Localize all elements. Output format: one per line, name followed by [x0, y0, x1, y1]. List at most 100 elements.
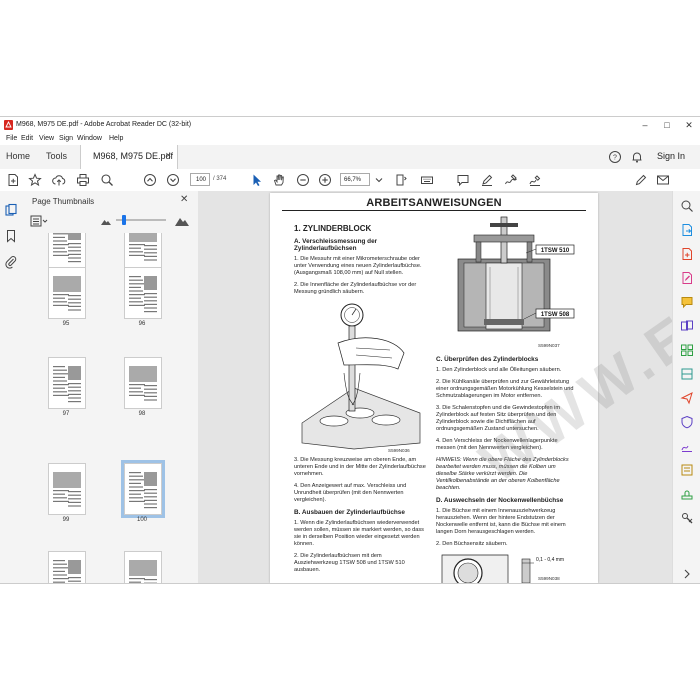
protect-shield-icon[interactable] — [680, 415, 694, 429]
fig2-label-bottom: 1TSW 508 — [541, 312, 570, 318]
draw-signature-icon[interactable] — [504, 173, 518, 187]
subsection-a-title: A. Verschleissmessung der Zylinderlaufbü… — [294, 238, 378, 252]
menu-sign[interactable]: Sign — [59, 133, 73, 145]
select-cursor-icon[interactable] — [250, 173, 264, 187]
close-panel-icon[interactable]: ✕ — [180, 194, 188, 205]
section-title: 1. ZYLINDERBLOCK — [294, 224, 372, 233]
scan-ocr-icon[interactable] — [680, 367, 694, 381]
page-number-input[interactable]: 100 — [190, 173, 210, 186]
edit-pen-icon[interactable] — [634, 173, 648, 187]
page-heading: ARBEITSANWEISUNGEN — [366, 197, 502, 209]
search-tools-icon[interactable] — [680, 199, 694, 213]
close-tab-icon[interactable]: ✕ — [165, 151, 172, 160]
thumbnail-preview — [129, 276, 157, 313]
zoom-level-input[interactable]: 66,7% — [340, 173, 370, 186]
create-pdf-icon[interactable] — [6, 173, 20, 187]
right-column: C. Überprüfen des Zylinderblocks 1. Den … — [436, 356, 576, 553]
thumbnail-options-icon[interactable] — [30, 215, 48, 227]
keyboard-icon[interactable] — [420, 173, 434, 187]
paragraph-b1: 1. Wenn die Zylinderlaufbüchsen wiederve… — [294, 520, 424, 547]
previous-page-icon[interactable] — [143, 173, 157, 187]
tab-document[interactable]: M968, M975 DE.pdf ✕ — [80, 145, 178, 169]
cloud-upload-icon[interactable] — [52, 173, 66, 187]
pdf-page: ARBEITSANWEISUNGEN 1. ZYLINDERBLOCK A. V… — [270, 193, 598, 583]
thumbnail-preview — [129, 472, 157, 509]
left-nav-rail — [0, 191, 23, 583]
document-viewport: ARBEITSANWEISUNGEN 1. ZYLINDERBLOCK A. V… — [198, 117, 700, 583]
sign-in-button[interactable]: Sign In — [657, 151, 685, 161]
left-column-lower: 3. Die Messung kreuzweise am oberen Ende… — [294, 457, 426, 579]
thumbnail-label: 96 — [138, 321, 146, 327]
menu-edit[interactable]: Edit — [21, 133, 33, 145]
menu-help[interactable]: Help — [109, 133, 123, 145]
comment-icon[interactable] — [456, 173, 470, 187]
print-icon[interactable] — [76, 173, 90, 187]
more-tools-icon[interactable] — [680, 511, 694, 525]
send-for-review-icon[interactable] — [680, 391, 694, 405]
thumbnail-page[interactable] — [48, 357, 86, 409]
zoom-search-icon[interactable] — [100, 173, 114, 187]
attachment-paperclip-icon[interactable] — [4, 255, 18, 269]
highlight-pen-icon[interactable] — [480, 173, 494, 187]
paragraph-a2: 2. Die Innenfläche der Zylinderlaufbüchs… — [294, 282, 417, 295]
menu-file[interactable]: File — [6, 133, 17, 145]
zoom-out-icon[interactable] — [296, 173, 310, 187]
menu-view[interactable]: View — [39, 133, 54, 145]
minimize-icon[interactable]: – — [634, 117, 656, 133]
thumbnail-preview — [129, 560, 157, 583]
fill-and-sign-icon[interactable] — [680, 439, 694, 453]
page-thumbnails-panel: Page Thumbnails ✕ 9394959697989910010110… — [22, 191, 216, 583]
sign-icon[interactable] — [528, 173, 542, 187]
thumbnail-size-slider-handle[interactable] — [122, 215, 126, 225]
maximize-icon[interactable]: □ — [656, 117, 678, 133]
notifications-bell-icon[interactable] — [630, 150, 644, 164]
svg-text:?: ? — [613, 155, 617, 162]
page-thumbnails-icon[interactable] — [4, 203, 18, 217]
organize-pages-icon[interactable] — [680, 343, 694, 357]
comment-tool-icon[interactable] — [680, 295, 694, 309]
edit-pdf-icon[interactable] — [680, 271, 694, 285]
title-bar: M968, M975 DE.pdf - Adobe Acrobat Reader… — [0, 117, 700, 133]
menu-bar: File Edit View Sign Window Help — [0, 133, 700, 145]
thumbnail-label: 98 — [138, 411, 146, 417]
share-mail-icon[interactable] — [656, 173, 670, 187]
combine-files-icon[interactable] — [680, 319, 694, 333]
thumbnail-page[interactable] — [48, 233, 86, 269]
help-icon[interactable]: ? — [608, 150, 622, 164]
fit-page-icon[interactable] — [394, 173, 408, 187]
shrink-thumbnails-icon[interactable] — [100, 215, 112, 227]
figure-1-caption: S599N036 — [388, 448, 410, 453]
paragraph-c1: 1. Den Zylinderblock und alle Ölleitunge… — [436, 367, 562, 373]
thumbnail-list: 93949596979899100101102 — [22, 233, 192, 583]
hand-tool-icon[interactable] — [272, 173, 286, 187]
thumbnail-page[interactable] — [124, 233, 162, 269]
paragraph-c3: 3. Die Schalenstopfen und die Gewindesto… — [436, 405, 561, 432]
collapse-rail-chevron-icon[interactable] — [680, 567, 694, 581]
subsection-d-title: D. Auswechseln der Nockenwellenbüchse — [436, 497, 564, 504]
zoom-dropdown-chevron-icon[interactable] — [372, 173, 386, 187]
bookmark-icon[interactable] — [4, 229, 18, 243]
bookmark-star-icon[interactable] — [28, 173, 42, 187]
stamp-icon[interactable] — [680, 487, 694, 501]
tab-document-label: M968, M975 DE.pdf — [93, 151, 174, 161]
zoom-in-icon[interactable] — [318, 173, 332, 187]
thumbnail-page[interactable] — [48, 551, 86, 583]
tab-tools[interactable]: Tools — [46, 151, 67, 161]
window-title: M968, M975 DE.pdf - Adobe Acrobat Reader… — [16, 121, 192, 128]
right-tools-rail — [672, 191, 700, 583]
tab-bar: Home Tools M968, M975 DE.pdf ✕ ? Sign In — [0, 145, 700, 170]
thumbnail-page[interactable] — [124, 267, 162, 319]
prepare-form-icon[interactable] — [680, 463, 694, 477]
enlarge-thumbnails-icon[interactable] — [174, 213, 190, 227]
thumbnail-page[interactable] — [48, 267, 86, 319]
tab-home[interactable]: Home — [6, 151, 30, 161]
export-pdf-icon[interactable] — [680, 223, 694, 237]
menu-window[interactable]: Window — [77, 133, 102, 145]
close-window-icon[interactable]: ✕ — [678, 117, 700, 133]
create-pdf-tool-icon[interactable] — [680, 247, 694, 261]
next-page-icon[interactable] — [166, 173, 180, 187]
thumbnail-page[interactable] — [121, 460, 165, 518]
thumbnail-page[interactable] — [124, 357, 162, 409]
thumbnail-page[interactable] — [48, 463, 86, 515]
thumbnail-page[interactable] — [124, 551, 162, 583]
